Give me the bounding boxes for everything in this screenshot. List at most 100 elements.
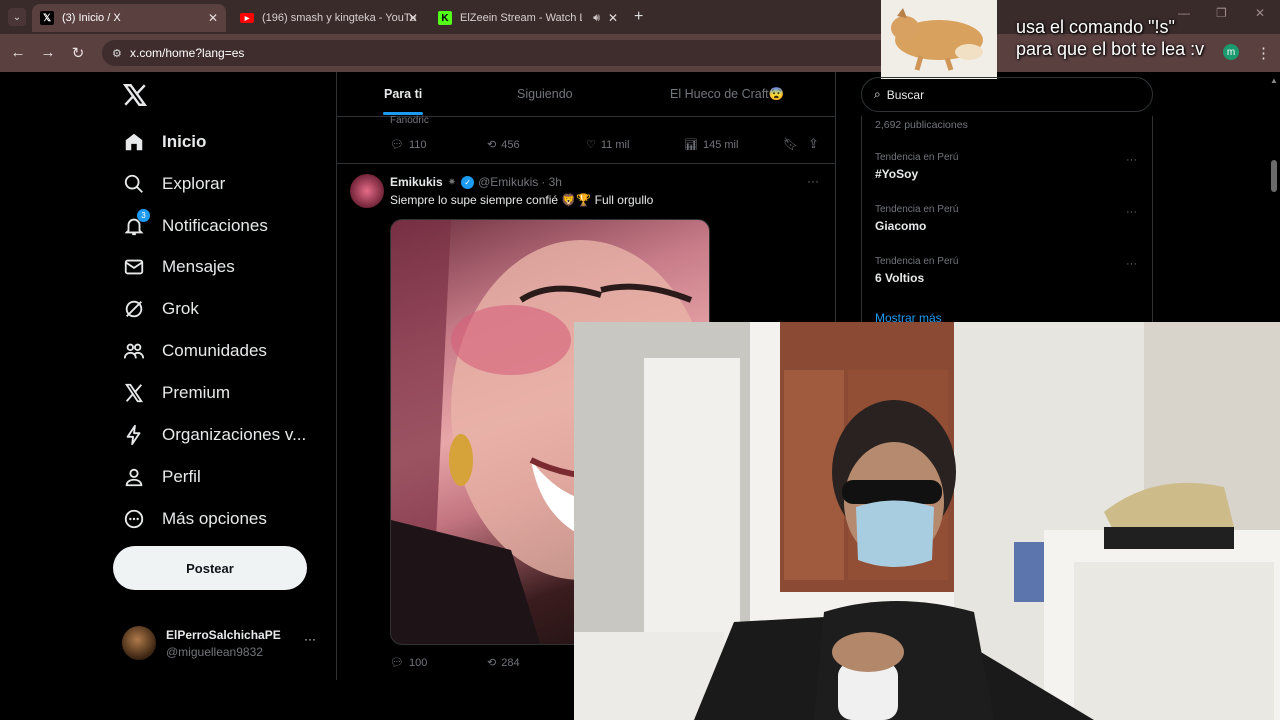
overlay-caption: usa el comando "!s" para que el bot te l…: [1016, 16, 1204, 60]
search-input[interactable]: Buscar: [887, 88, 924, 102]
repost-icon: ⟲: [487, 139, 497, 151]
post-more-icon[interactable]: ···: [807, 174, 819, 188]
scrollbar-up-arrow[interactable]: ▲: [1270, 76, 1278, 85]
search-box[interactable]: ⌕ Buscar: [861, 77, 1153, 112]
communities-icon: [122, 339, 146, 363]
lightning-icon: [122, 423, 146, 447]
views-icon: 📊︎: [684, 139, 698, 151]
overlay-line-2: para que el bot te lea :v: [1016, 39, 1205, 59]
back-icon[interactable]: ←: [8, 44, 28, 61]
tab-search-button[interactable]: ⌄: [8, 8, 26, 26]
post-author-handle[interactable]: @Emikukis: [478, 175, 538, 189]
sidebar-item-label: Organizaciones v...: [162, 425, 307, 444]
trend-item[interactable]: Tendencia en Perú #YoSoy ···: [875, 152, 1145, 181]
trend-context: Tendencia en Perú: [875, 256, 959, 267]
close-icon[interactable]: ✕: [608, 11, 618, 25]
tab-title: ElZeein Stream - Watch Live: [460, 12, 582, 24]
tab-el-hueco-de-craft[interactable]: El Hueco de Craft😨: [670, 87, 784, 102]
scrollbar-thumb[interactable]: [1271, 160, 1277, 192]
post-button[interactable]: Postear: [113, 546, 307, 590]
sidebar-item-mensajes[interactable]: Mensajes: [122, 252, 235, 282]
post-divider: [337, 163, 835, 164]
feed-right-border: [835, 72, 836, 322]
sidebar-item-mas-opciones[interactable]: Más opciones: [122, 504, 267, 534]
like-button[interactable]: ♡ 11 mil: [586, 138, 630, 152]
verified-badge-icon: ✓: [461, 175, 475, 189]
reply-button[interactable]: 💬︎ 110: [390, 138, 427, 152]
profile-avatar[interactable]: m: [1223, 44, 1239, 60]
sidebar-item-notificaciones[interactable]: 3 Notificaciones: [122, 209, 268, 241]
restore-icon[interactable]: ❐: [1216, 6, 1227, 20]
tab-title: (196) smash y kingteka - YouTu: [262, 12, 417, 24]
trend-context: Tendencia en Perú: [875, 204, 959, 215]
sidebar-item-label: Más opciones: [162, 509, 267, 528]
close-icon[interactable]: ✕: [408, 11, 418, 25]
profile-icon: [122, 465, 146, 489]
reply-button[interactable]: 💬︎ 100: [390, 656, 427, 670]
account-more-icon[interactable]: ···: [304, 632, 316, 646]
trend-more-icon[interactable]: ···: [1126, 206, 1137, 218]
like-count: 11 mil: [600, 138, 630, 151]
heart-icon: ♡: [586, 139, 596, 151]
trend-more-icon[interactable]: ···: [1126, 258, 1137, 270]
more-circle-icon: [122, 507, 146, 531]
sidebar-item-label: Explorar: [162, 174, 226, 193]
reply-count: 110: [408, 138, 427, 151]
trend-name: #YoSoy: [875, 167, 919, 181]
tab-para-ti[interactable]: Para ti: [384, 87, 422, 101]
bell-icon: 3: [122, 209, 150, 238]
reply-icon: 💬︎: [390, 139, 404, 151]
browser-tab-youtube[interactable]: ▶ (196) smash y kingteka - YouTu ✕: [232, 4, 426, 32]
x-home-logo[interactable]: [122, 82, 148, 108]
reply-icon: 💬︎: [390, 657, 404, 669]
account-switcher[interactable]: ElPerroSalchichaPE @miguellean9832 ···: [122, 624, 322, 664]
site-info-icon[interactable]: ⚙: [112, 47, 122, 60]
repost-count: 456: [501, 138, 520, 151]
views-button[interactable]: 📊︎ 145 mil: [684, 138, 739, 152]
home-icon: [122, 130, 146, 154]
trend-item[interactable]: Tendencia en Perú Giacomo ···: [875, 204, 1145, 233]
post-author-name[interactable]: Emikukis: [390, 175, 443, 189]
sidebar-item-organizaciones[interactable]: Organizaciones v...: [122, 420, 306, 450]
sidebar-item-label: Comunidades: [162, 341, 267, 360]
post-avatar[interactable]: [350, 174, 384, 208]
trend-item[interactable]: Tendencia en Perú 6 Voltios ···: [875, 256, 1145, 285]
sidebar-item-perfil[interactable]: Perfil: [122, 462, 201, 492]
sparkle-emoji: ✷: [447, 176, 457, 188]
overlay-line-1: usa el comando "!s": [1016, 17, 1175, 37]
window-close-icon[interactable]: ✕: [1255, 6, 1265, 20]
sidebar-item-comunidades[interactable]: Comunidades: [122, 336, 267, 366]
address-bar[interactable]: ⚙ x.com/home?lang=es: [102, 40, 892, 66]
trend-more-icon[interactable]: ···: [1126, 154, 1137, 166]
tab-siguiendo[interactable]: Siguiendo: [517, 87, 573, 101]
browser-menu-icon[interactable]: ⋮: [1256, 44, 1271, 62]
sidebar-item-label: Perfil: [162, 467, 201, 486]
webcam-overlay: [574, 322, 1280, 720]
dog-overlay-image: [881, 0, 997, 79]
repost-count: 284: [501, 656, 520, 669]
x-logo-icon: [122, 84, 148, 106]
grok-icon: [122, 297, 146, 321]
trend-post-count: 2,692 publicaciones: [875, 119, 968, 131]
sidebar-item-grok[interactable]: Grok: [122, 294, 199, 324]
browser-tab-kick[interactable]: K ElZeein Stream - Watch Live 🔊︎ ✕: [430, 4, 626, 32]
new-tab-button[interactable]: +: [634, 8, 643, 26]
speaker-icon[interactable]: 🔊︎: [593, 12, 600, 25]
browser-tab-x[interactable]: 𝕏 (3) Inicio / X ✕: [32, 4, 226, 32]
mail-icon: [122, 255, 146, 279]
reload-icon[interactable]: ↻: [68, 44, 88, 62]
bookmark-icon[interactable]: 🔖︎: [783, 137, 798, 151]
sidebar-item-premium[interactable]: Premium: [122, 378, 230, 408]
repost-button[interactable]: ⟲ 456: [487, 138, 520, 152]
forward-icon[interactable]: →: [38, 44, 58, 61]
close-icon[interactable]: ✕: [208, 11, 218, 25]
sidebar-item-explorar[interactable]: Explorar: [122, 169, 225, 199]
post-time[interactable]: · 3h: [541, 175, 562, 189]
sidebar-item-label: Inicio: [162, 132, 207, 151]
sidebar-item-label: Premium: [162, 383, 231, 402]
views-count: 145 mil: [702, 138, 739, 151]
search-icon: ⌕: [874, 87, 881, 101]
sidebar-item-inicio[interactable]: Inicio: [122, 127, 206, 157]
repost-button[interactable]: ⟲ 284: [487, 656, 520, 670]
share-icon[interactable]: ⇪: [808, 136, 819, 152]
